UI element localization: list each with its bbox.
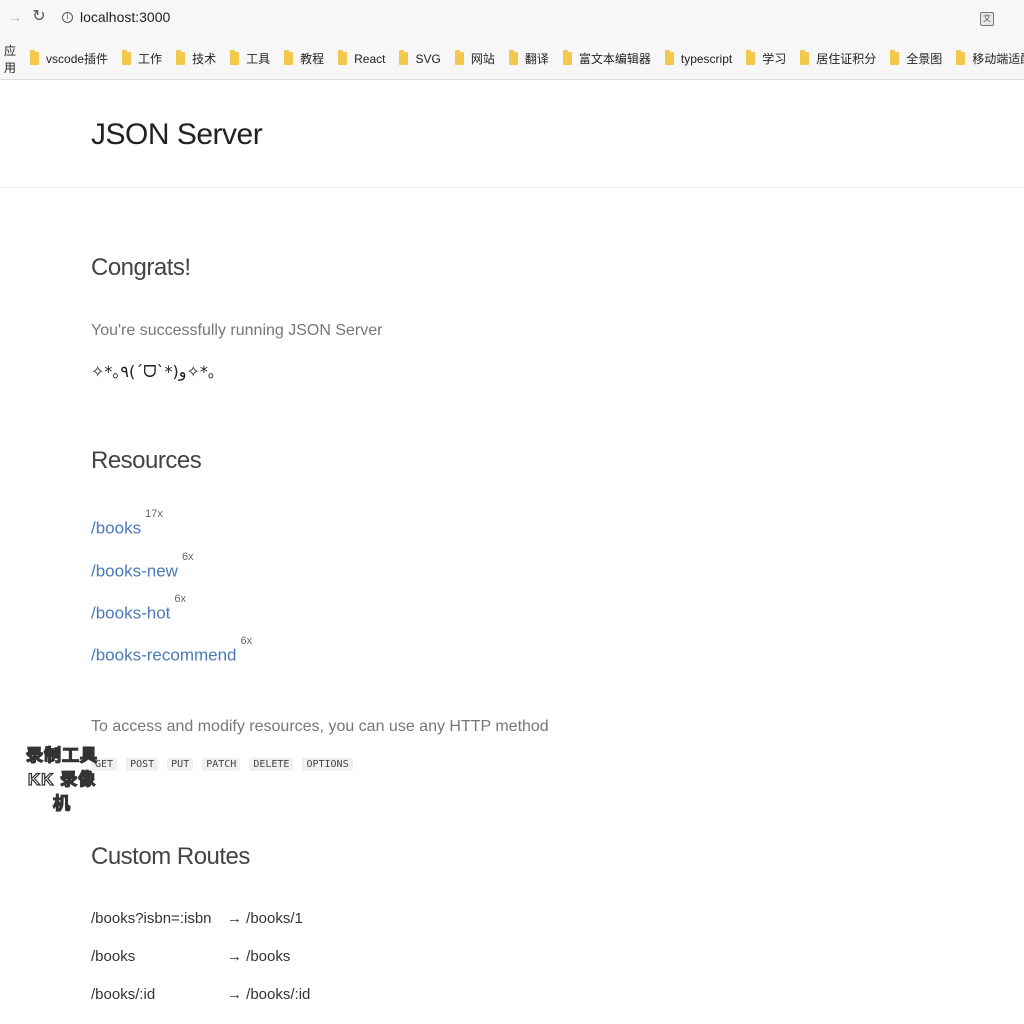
- folder-icon: [664, 50, 674, 65]
- route-target: → /books/:id: [227, 986, 311, 1003]
- bookmark-folder[interactable]: 学习: [746, 50, 786, 67]
- folder-icon: [176, 50, 186, 65]
- bookmark-folder[interactable]: 移动端适配方案: [956, 50, 1024, 67]
- bookmark-label: typescript: [680, 51, 733, 66]
- http-methods: GET POST PUT PATCH DELETE OPTIONS: [91, 758, 362, 771]
- folder-icon: [746, 50, 756, 65]
- bookmark-label: 富文本编辑器: [578, 52, 651, 66]
- resource-link-books[interactable]: /books 17x: [91, 508, 163, 539]
- address-bar[interactable]: i localhost:3000 文: [58, 4, 998, 32]
- method-put: PUT: [167, 758, 194, 771]
- resource-link-books-recommend[interactable]: /books-recommend6x: [91, 635, 252, 666]
- watermark-line: 录制工具: [25, 745, 98, 765]
- bookmark-folder[interactable]: typescript: [664, 50, 733, 66]
- method-options: OPTIONS: [302, 758, 353, 771]
- url-text[interactable]: localhost:3000: [80, 9, 170, 25]
- recorder-watermark: 录制工具 KK 录像机: [20, 744, 104, 816]
- bookmark-label: 移动端适配方案: [972, 52, 1024, 66]
- bookmark-folder[interactable]: 居住证积分: [800, 50, 876, 67]
- resource-count: 6x: [240, 635, 253, 647]
- resources-heading: Resources: [91, 447, 202, 474]
- folder-icon: [338, 50, 348, 65]
- bookmark-folder[interactable]: 富文本编辑器: [562, 50, 651, 67]
- resource-count: 17x: [145, 508, 163, 520]
- bookmark-folder[interactable]: vscode插件: [30, 50, 108, 67]
- route-target: → /books/1: [227, 910, 303, 927]
- resource-link-books-hot[interactable]: /books-hot 6x: [91, 593, 186, 624]
- forward-arrow-icon[interactable]: →: [6, 8, 24, 26]
- bookmark-folder[interactable]: 全景图: [890, 50, 942, 67]
- browser-toolbar: → ↻ i localhost:3000 文: [0, 0, 1024, 38]
- route-source: /books: [91, 948, 136, 965]
- bookmark-folder[interactable]: 教程: [284, 50, 324, 67]
- success-message: You're successfully running JSON Server: [91, 322, 383, 339]
- bookmark-label: SVG: [415, 51, 441, 66]
- resource-path[interactable]: /books-recommend: [91, 646, 237, 665]
- bookmark-label: React: [354, 51, 386, 66]
- congrats-heading: Congrats!: [91, 254, 191, 281]
- resource-path[interactable]: /books: [91, 519, 141, 538]
- folder-icon: [956, 50, 966, 65]
- resource-path[interactable]: /books-hot: [91, 604, 170, 623]
- bookmark-folder[interactable]: 工作: [122, 50, 162, 67]
- route-source: /books/:id: [91, 986, 156, 1003]
- method-patch: PATCH: [202, 758, 241, 771]
- folder-icon: [122, 50, 132, 65]
- bookmark-label: 工具: [246, 52, 271, 66]
- bookmark-label: 教程: [300, 52, 325, 66]
- bookmark-folder[interactable]: SVG: [399, 50, 441, 66]
- translate-icon[interactable]: 文: [980, 12, 994, 26]
- bookmark-label: 学习: [762, 52, 787, 66]
- method-post: POST: [126, 758, 159, 771]
- resource-count: 6x: [181, 551, 194, 563]
- bookmark-label: 居住证积分: [816, 52, 877, 66]
- route-target: → /books: [227, 948, 291, 965]
- bookmarks-bar: 应用 vscode插件 工作 技术 工具 教程 React SVG 网站 翻译 …: [0, 38, 1024, 80]
- folder-icon: [562, 50, 572, 65]
- bookmark-label: 全景图: [906, 52, 943, 66]
- bookmark-folder[interactable]: 网站: [454, 50, 495, 67]
- bookmark-folder[interactable]: 工具: [230, 50, 270, 67]
- page-title: JSON Server: [91, 118, 263, 151]
- bookmark-label: vscode插件: [46, 52, 109, 66]
- bookmark-label: 网站: [470, 52, 495, 66]
- resource-link-books-new[interactable]: /books-new6x: [91, 551, 194, 582]
- folder-icon: [800, 50, 810, 65]
- method-delete: DELETE: [249, 758, 294, 771]
- resource-path[interactable]: /books-new: [91, 562, 178, 581]
- bookmark-folder[interactable]: React: [338, 50, 386, 66]
- folder-icon: [230, 50, 240, 65]
- bookmark-label: 工作: [138, 52, 163, 66]
- bookmark-label: 技术: [192, 52, 217, 66]
- folder-icon: [30, 50, 40, 65]
- custom-routes-heading: Custom Routes: [91, 843, 250, 870]
- bookmark-apps[interactable]: 应用: [4, 42, 16, 76]
- info-icon[interactable]: i: [62, 12, 73, 23]
- bookmark-label: 翻译: [524, 52, 549, 66]
- reload-icon[interactable]: ↻: [30, 8, 48, 26]
- folder-icon: [284, 50, 294, 65]
- kaomoji: ✧*｡٩(ˊᗜˋ*)و✧*｡: [91, 362, 216, 381]
- watermark-line: KK 录像机: [27, 769, 97, 813]
- bookmark-folder[interactable]: 翻译: [508, 50, 549, 67]
- bookmark-folder[interactable]: 技术: [176, 50, 216, 67]
- folder-icon: [508, 50, 518, 65]
- route-source: /books?isbn=:isbn: [91, 910, 212, 927]
- folder-icon: [454, 50, 464, 65]
- resource-count: 6x: [174, 593, 187, 605]
- folder-icon: [399, 50, 409, 65]
- access-description: To access and modify resources, you can …: [91, 718, 549, 735]
- folder-icon: [890, 50, 900, 65]
